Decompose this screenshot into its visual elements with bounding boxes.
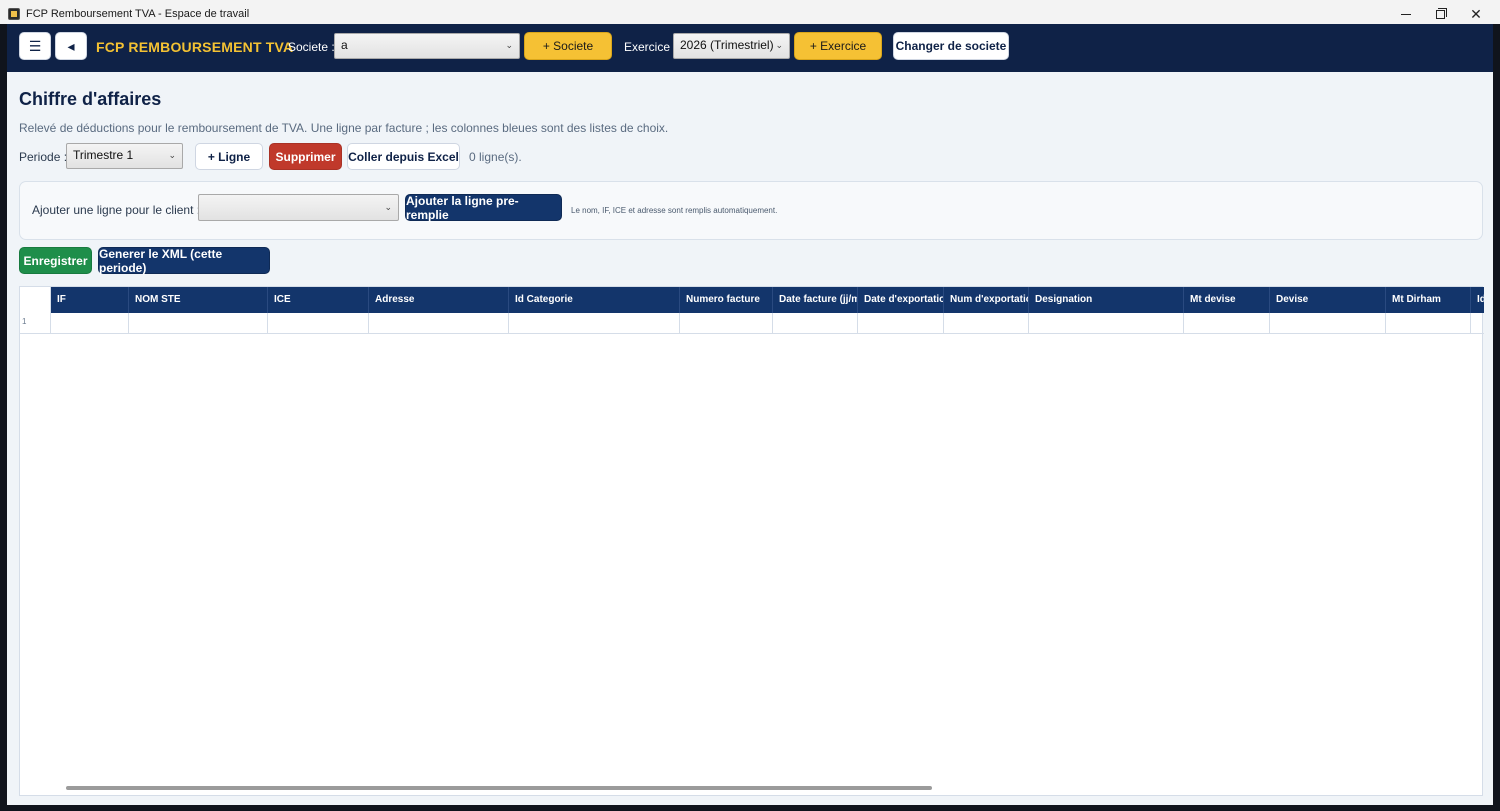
cell-mt-dirham[interactable] [1386, 313, 1471, 334]
line-count: 0 ligne(s). [469, 150, 522, 164]
cell-nom-ste[interactable] [129, 313, 268, 334]
menu-button[interactable]: ☰ [19, 32, 51, 60]
chevron-down-icon: ⌄ [384, 201, 392, 212]
grid-corner [20, 287, 51, 313]
change-societe-button[interactable]: Changer de societe [893, 32, 1009, 60]
societe-select[interactable]: a ⌄ [334, 33, 520, 59]
app-header: ☰ ◂ FCP REMBOURSEMENT TVA Societe : a ⌄ … [7, 24, 1493, 72]
cell-date-exportation[interactable] [858, 313, 944, 334]
add-exercice-button[interactable]: + Exercice [794, 32, 882, 60]
periode-label: Periode : [19, 150, 68, 164]
cell-date-facture[interactable] [773, 313, 858, 334]
periode-select[interactable]: Trimestre 1 ⌄ [66, 143, 183, 169]
col-header-mt-devise[interactable]: Mt devise [1184, 287, 1270, 313]
restore-icon [1435, 7, 1447, 19]
chevron-down-icon: ⌄ [505, 39, 513, 50]
app-icon [8, 8, 20, 20]
exercice-label: Exercice : [624, 40, 677, 54]
societe-value: a [341, 38, 348, 52]
col-header-designation[interactable]: Designation [1029, 287, 1184, 313]
add-prefilled-line-button[interactable]: Ajouter la ligne pre-remplie [405, 194, 562, 222]
add-societe-button[interactable]: + Societe [524, 32, 612, 60]
add-line-button[interactable]: + Ligne [195, 143, 263, 170]
col-header-mt-dirham[interactable]: Mt Dirham [1386, 287, 1471, 313]
minimize-icon [1401, 13, 1411, 15]
window-title: FCP Remboursement TVA - Espace de travai… [26, 8, 250, 20]
col-header-id[interactable]: Id [1471, 287, 1484, 313]
cell-id[interactable] [1471, 313, 1484, 334]
col-header-ice[interactable]: ICE [268, 287, 369, 313]
app-window: FCP Remboursement TVA - Espace de travai… [0, 0, 1500, 811]
client-select[interactable]: ⌄ [198, 194, 399, 221]
cell-devise[interactable] [1270, 313, 1386, 334]
page-title: Chiffre d'affaires [19, 89, 162, 109]
back-icon: ◂ [67, 37, 75, 54]
col-header-id-categorie[interactable]: Id Categorie [509, 287, 680, 313]
col-header-nom-ste[interactable]: NOM STE [129, 287, 268, 313]
table-row: 1 [20, 313, 1484, 334]
cell-num-exportation[interactable] [944, 313, 1029, 334]
client-label: Ajouter une ligne pour le client : [32, 203, 201, 217]
generate-xml-button[interactable]: Generer le XML (cette periode) [98, 247, 270, 275]
cell-id-categorie[interactable] [509, 313, 680, 334]
col-header-date-facture[interactable]: Date facture (jj/mm/aaaa) [773, 287, 858, 313]
col-header-numero-facture[interactable]: Numero facture [680, 287, 773, 313]
grid-header: IF NOM STE ICE Adresse Id Categorie Nume… [20, 287, 1484, 313]
cell-numero-facture[interactable] [680, 313, 773, 334]
invoice-grid: IF NOM STE ICE Adresse Id Categorie Nume… [19, 286, 1484, 796]
societe-label: Societe : [288, 40, 335, 54]
horizontal-scrollbar[interactable] [66, 786, 932, 790]
col-header-num-exportation[interactable]: Num d'exportation [944, 287, 1029, 313]
back-button[interactable]: ◂ [55, 32, 87, 60]
delete-button[interactable]: Supprimer [269, 143, 342, 170]
main-content: Chiffre d'affaires Relevé de déductions … [7, 72, 1493, 805]
client-panel: Ajouter une ligne pour le client : ⌄ Ajo… [19, 181, 1483, 240]
col-header-adresse[interactable]: Adresse [369, 287, 509, 313]
page-subtitle: Relevé de déductions pour le rembourseme… [19, 121, 669, 135]
app-frame: ☰ ◂ FCP REMBOURSEMENT TVA Societe : a ⌄ … [0, 24, 1500, 811]
autofill-hint: Le nom, IF, ICE et adresse sont remplis … [571, 206, 778, 215]
exercice-select[interactable]: 2026 (Trimestriel) ⌄ [673, 33, 790, 59]
col-header-devise[interactable]: Devise [1270, 287, 1386, 313]
cell-if[interactable] [51, 313, 129, 334]
brand-title: FCP REMBOURSEMENT TVA [96, 39, 294, 55]
chevron-down-icon: ⌄ [168, 149, 176, 160]
cell-mt-devise[interactable] [1184, 313, 1270, 334]
col-header-if[interactable]: IF [51, 287, 129, 313]
hamburger-icon: ☰ [28, 37, 42, 54]
close-icon: ✕ [1470, 5, 1482, 22]
paste-excel-button[interactable]: Coller depuis Excel [347, 143, 460, 170]
cell-adresse[interactable] [369, 313, 509, 334]
chevron-down-icon: ⌄ [775, 39, 783, 50]
periode-value: Trimestre 1 [73, 148, 134, 162]
exercice-value: 2026 (Trimestriel) [680, 38, 774, 52]
row-number: 1 [20, 313, 51, 334]
cell-ice[interactable] [268, 313, 369, 334]
save-button[interactable]: Enregistrer [19, 247, 92, 274]
col-header-date-exportation[interactable]: Date d'exportation [858, 287, 944, 313]
cell-designation[interactable] [1029, 313, 1184, 334]
